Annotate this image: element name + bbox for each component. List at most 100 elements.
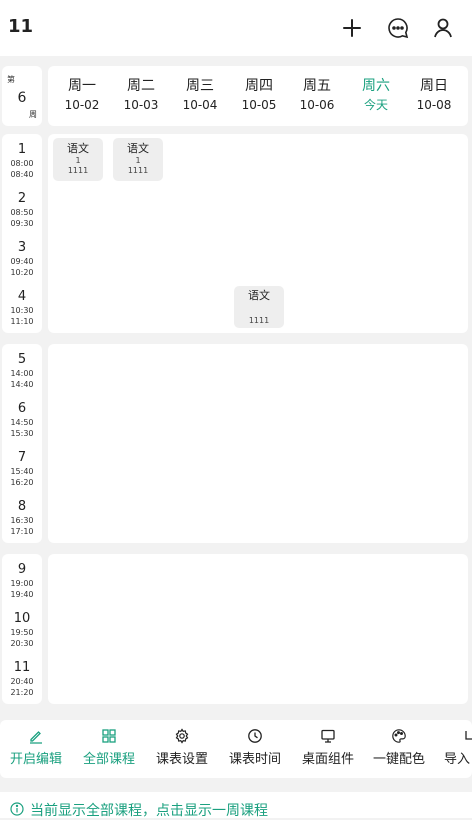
- period-end: 19:40: [10, 590, 34, 599]
- period-7: 7 15:40 16:20: [2, 450, 42, 488]
- toolbar-label: 全部课程: [83, 752, 136, 767]
- pencil-icon: [30, 731, 42, 744]
- course-count: 1: [75, 156, 81, 165]
- course-card-tue-1[interactable]: 语文 1 1111: [113, 138, 163, 181]
- period-number: 9: [17, 562, 27, 577]
- day-date: 10-04: [182, 98, 218, 112]
- schedule-grid-evening[interactable]: [48, 554, 468, 704]
- toolbar-color-scheme-button[interactable]: 一键配色: [373, 728, 425, 770]
- time-column-morning: 1 08:00 08:40 2 08:50 09:30 3 09:40 10:2…: [2, 134, 42, 333]
- week-prefix: 第: [7, 75, 15, 84]
- schedule-grid-afternoon[interactable]: [48, 344, 468, 543]
- period-end: 16:20: [10, 478, 34, 487]
- day-date: 10-02: [64, 98, 100, 112]
- day-header-fri: 周五 10-06: [288, 76, 346, 114]
- period-start: 15:40: [10, 467, 34, 476]
- toolbar-label: 开启编辑: [10, 752, 63, 767]
- day-name: 周三: [186, 78, 214, 94]
- toolbar-schedule-settings-button[interactable]: 课表设置: [156, 728, 208, 770]
- day-name: 周五: [303, 78, 331, 94]
- day-name: 周日: [420, 78, 448, 94]
- course-room: 1111: [67, 166, 89, 175]
- day-date: 10-03: [123, 98, 159, 112]
- day-date: 10-06: [299, 98, 335, 112]
- week-number: 6: [17, 90, 27, 106]
- course-room: 1111: [248, 316, 270, 325]
- period-number: 5: [17, 352, 27, 367]
- toolbar-label: 桌面组件: [302, 752, 355, 767]
- toolbar-desktop-widget-button[interactable]: 桌面组件: [302, 728, 354, 770]
- time-column-afternoon: 5 14:00 14:40 6 14:50 15:30 7 15:40 16:2…: [2, 344, 42, 543]
- course-card-mon-1[interactable]: 语文 1 1111: [53, 138, 103, 181]
- course-room: 1111: [127, 166, 149, 175]
- period-8: 8 16:30 17:10: [2, 499, 42, 537]
- period-end: 20:30: [10, 639, 34, 648]
- course-name: 语文: [127, 142, 149, 155]
- toolbar-label: 课表设置: [156, 752, 209, 767]
- period-start: 08:00: [10, 159, 34, 168]
- period-number: 10: [13, 611, 31, 626]
- period-11: 11 20:40 21:20: [2, 660, 42, 698]
- day-date: 今天: [363, 98, 388, 112]
- course-name: 语文: [67, 142, 89, 155]
- toolbar-edit-button[interactable]: 开启编辑: [10, 728, 62, 770]
- toolbar-import-button[interactable]: 导入: [444, 728, 472, 770]
- day-name: 周六: [362, 78, 390, 94]
- plus-icon[interactable]: [338, 14, 366, 42]
- user-icon[interactable]: [429, 14, 457, 42]
- day-name: 周一: [68, 78, 96, 94]
- toolbar-label: 课表时间: [229, 752, 282, 767]
- course-count: 1: [135, 156, 141, 165]
- palette-icon: [392, 729, 406, 743]
- course-count: [234, 303, 284, 316]
- period-start: 09:40: [10, 257, 34, 266]
- day-date: 10-08: [416, 98, 452, 112]
- chat-icon[interactable]: [384, 14, 412, 42]
- period-end: 09:30: [10, 219, 34, 228]
- day-header-wed: 周三 10-04: [171, 76, 229, 114]
- time-column-evening: 9 19:00 19:40 10 19:50 20:30 11 20:40 21…: [2, 554, 42, 704]
- period-number: 2: [17, 191, 27, 206]
- toolbar-schedule-time-button[interactable]: 课表时间: [229, 728, 281, 770]
- period-start: 19:00: [10, 579, 34, 588]
- toolbar-label: 导入: [444, 752, 471, 767]
- notice-banner[interactable]: 当前显示全部课程，点击显示一周课程: [0, 792, 472, 819]
- period-9: 9 19:00 19:40: [2, 562, 42, 600]
- day-header-mon: 周一 10-02: [53, 76, 111, 114]
- period-number: 1: [17, 142, 27, 157]
- period-3: 3 09:40 10:20: [2, 240, 42, 278]
- toolbar-label: 一键配色: [373, 752, 426, 767]
- period-end: 08:40: [10, 170, 34, 179]
- toolbar-all-courses-button[interactable]: 全部课程: [83, 728, 135, 770]
- course-name: 语文: [248, 289, 270, 302]
- period-number: 8: [17, 499, 27, 514]
- period-number: 7: [17, 450, 27, 465]
- day-header-thu: 周四 10-05: [230, 76, 288, 114]
- day-name: 周四: [245, 78, 273, 94]
- day-header-tue: 周二 10-03: [112, 76, 170, 114]
- week-indicator[interactable]: 第 6 周: [2, 66, 42, 126]
- period-5: 5 14:00 14:40: [2, 352, 42, 390]
- period-start: 16:30: [10, 516, 34, 525]
- period-end: 15:30: [10, 429, 34, 438]
- day-header-sun: 周日 10-08: [405, 76, 463, 114]
- period-end: 10:20: [10, 268, 34, 277]
- period-number: 3: [17, 240, 27, 255]
- period-start: 08:50: [10, 208, 34, 217]
- app-title: 11: [8, 16, 34, 37]
- period-end: 11:10: [10, 317, 34, 326]
- info-icon: [10, 802, 24, 816]
- period-end: 14:40: [10, 380, 34, 389]
- period-2: 2 08:50 09:30: [2, 191, 42, 229]
- period-6: 6 14:50 15:30: [2, 401, 42, 439]
- course-card-thu-4[interactable]: 语文 1111: [234, 286, 284, 328]
- gear-icon: [175, 728, 189, 744]
- period-start: 14:00: [10, 369, 34, 378]
- day-date: 10-05: [241, 98, 277, 112]
- period-start: 19:50: [10, 628, 34, 637]
- period-number: 11: [13, 660, 31, 675]
- period-start: 14:50: [10, 418, 34, 427]
- day-header-sat-today: 周六 今天: [347, 76, 405, 114]
- period-end: 21:20: [10, 688, 34, 697]
- bottom-toolbar: 开启编辑 全部课程 课表设置 课表时间 桌面组件 一键配色 导入: [0, 720, 472, 778]
